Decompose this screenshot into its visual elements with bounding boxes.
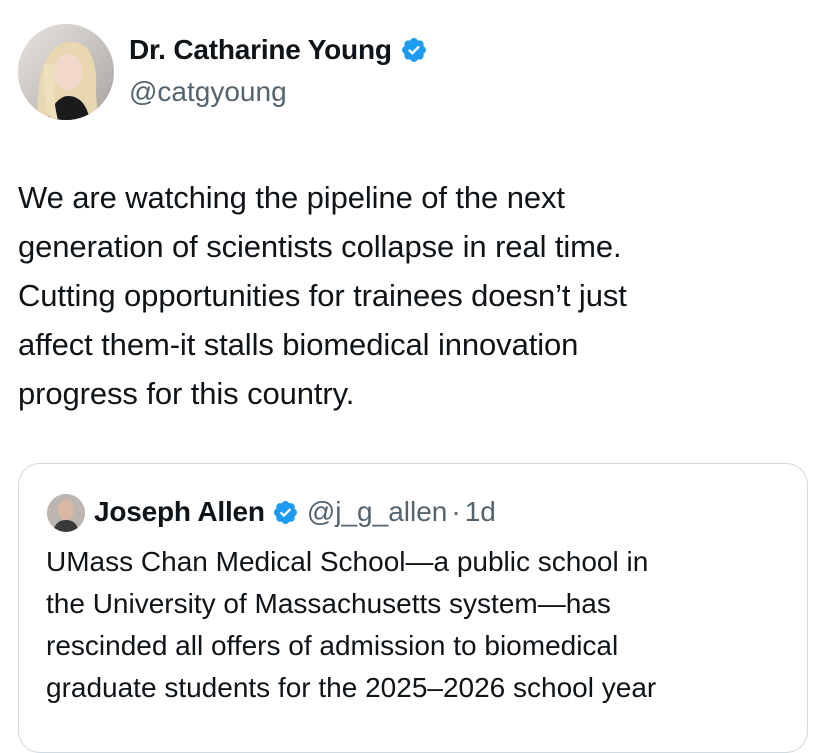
profile-photo-icon	[18, 24, 114, 120]
quoted-tweet-text: UMass Chan Medical School—a public schoo…	[46, 541, 796, 709]
quoted-author-avatar[interactable]	[47, 494, 85, 532]
tweet-text-line: affect them-it stalls biomedical innovat…	[18, 327, 579, 362]
tweet-text-line: Cutting opportunities for trainees doesn…	[18, 278, 627, 313]
tweet-text-line: We are watching the pipeline of the next	[18, 180, 565, 215]
quoted-text-line: rescinded all offers of admission to bio…	[46, 630, 619, 661]
author-handle[interactable]: @catgyoung	[129, 76, 287, 108]
tweet-text-line: generation of scientists collapse in rea…	[18, 229, 622, 264]
quoted-tweet-card[interactable]: Joseph Allen @j_g_allen · 1d UMass Chan …	[18, 463, 808, 753]
author-avatar[interactable]	[18, 24, 114, 120]
separator-dot: ·	[451, 496, 461, 527]
author-name-text[interactable]: Dr. Catharine Young	[129, 34, 392, 66]
verified-badge-icon	[273, 500, 297, 524]
quoted-tweet-timestamp[interactable]: 1d	[465, 496, 496, 528]
quoted-author-handle[interactable]: @j_g_allen	[307, 496, 448, 528]
verified-badge-icon	[401, 38, 426, 62]
tweet-text: We are watching the pipeline of the next…	[18, 173, 808, 418]
quoted-text-line: graduate students for the 2025–2026 scho…	[46, 672, 657, 703]
quoted-text-line: the University of Massachusetts system—h…	[46, 588, 611, 619]
quoted-author-name[interactable]: Joseph Allen	[94, 496, 265, 528]
tweet: Dr. Catharine Young @catgyoung We are wa…	[0, 0, 828, 753]
profile-photo-icon	[47, 494, 85, 532]
quoted-text-line: UMass Chan Medical School—a public schoo…	[46, 546, 649, 577]
tweet-text-line: progress for this country.	[18, 376, 355, 411]
author-name[interactable]: Dr. Catharine Young	[129, 34, 428, 66]
quoted-tweet-header: Joseph Allen @j_g_allen · 1d	[94, 493, 496, 531]
